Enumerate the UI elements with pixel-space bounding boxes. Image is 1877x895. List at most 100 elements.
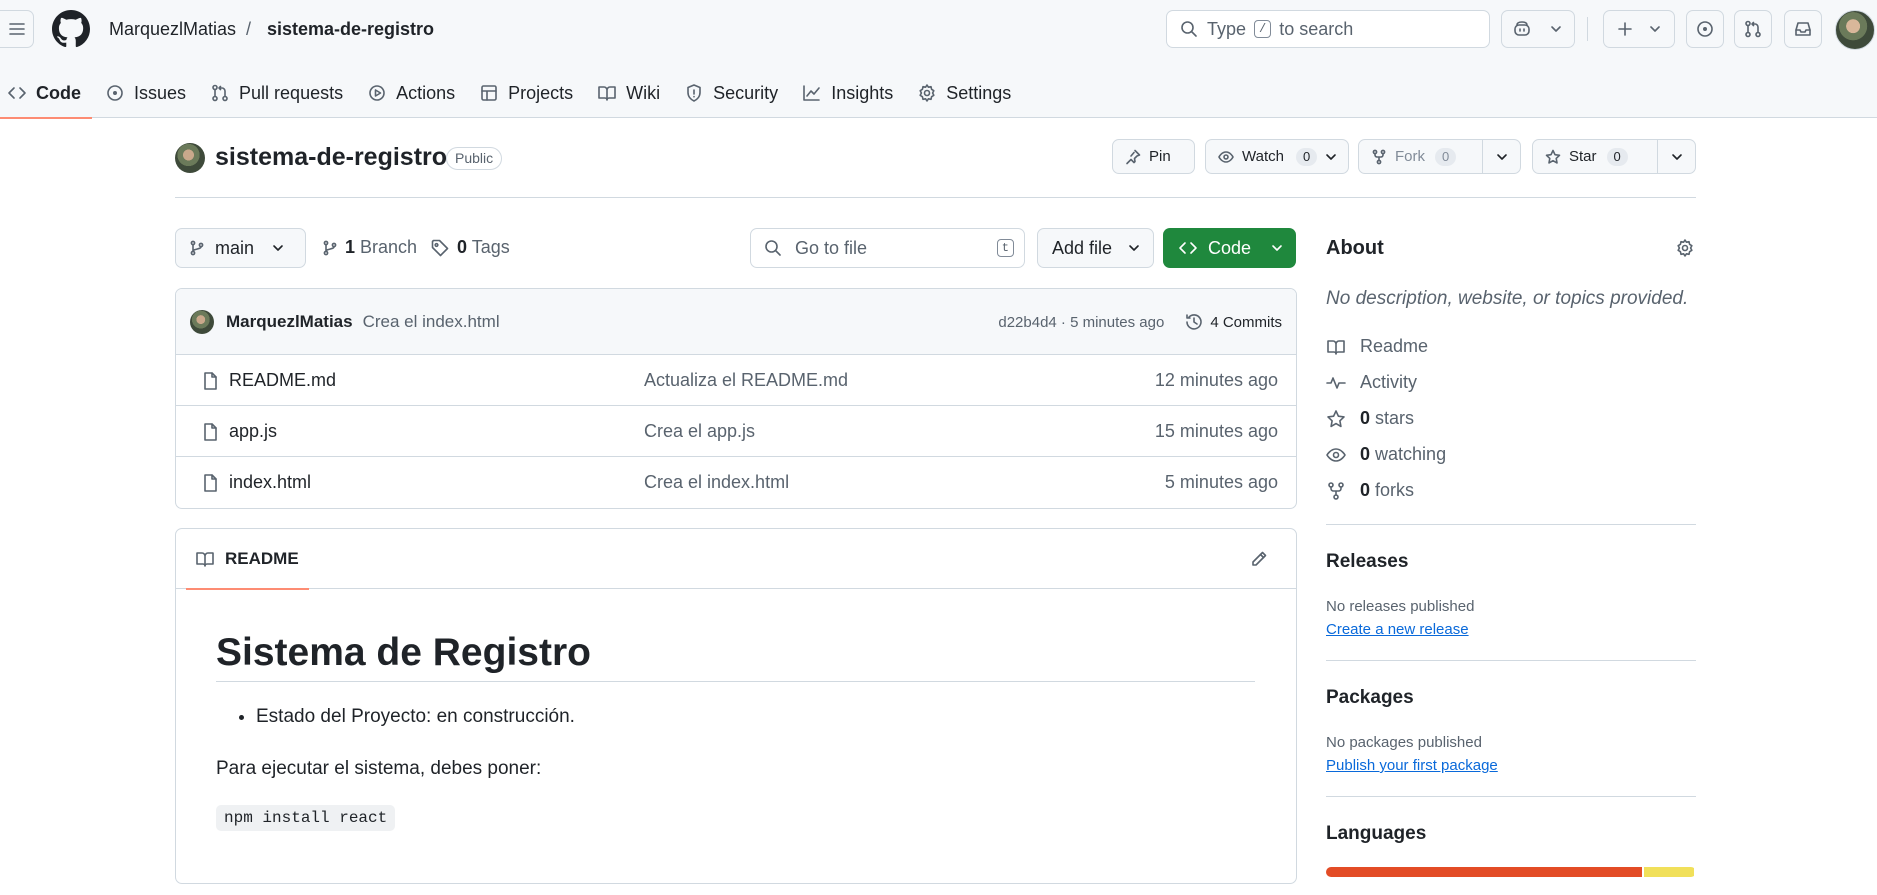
commit-author-avatar[interactable] xyxy=(190,309,214,334)
tab-insights[interactable]: Insights xyxy=(795,68,904,118)
branch-selector[interactable]: main xyxy=(175,228,306,268)
file-commit-message[interactable]: Crea el index.html xyxy=(644,472,789,493)
file-commit-message[interactable]: Actualiza el README.md xyxy=(644,370,848,391)
go-to-file-input[interactable]: Go to file t xyxy=(750,228,1025,268)
add-file-label: Add file xyxy=(1052,237,1113,258)
gear-icon[interactable] xyxy=(1675,238,1695,258)
fork-button[interactable]: Fork 0 xyxy=(1358,139,1521,174)
stars-count: 0 xyxy=(1360,408,1371,428)
file-name[interactable]: app.js xyxy=(229,421,277,442)
copilot-button[interactable] xyxy=(1501,10,1575,48)
tab-label: Issues xyxy=(134,82,187,103)
watching-link[interactable]: 0 watching xyxy=(1326,444,1446,465)
commit-author[interactable]: MarquezlMatias xyxy=(226,312,353,332)
code-icon xyxy=(1179,242,1197,254)
pin-button[interactable]: Pin xyxy=(1112,139,1195,174)
commit-meta[interactable]: d22b4d4 · 5 minutes ago xyxy=(998,314,1164,331)
tab-pull-requests[interactable]: Pull requests xyxy=(203,68,354,118)
chevron-down-icon xyxy=(1129,245,1139,251)
tab-label: Actions xyxy=(396,82,456,103)
releases-heading[interactable]: Releases xyxy=(1326,551,1408,573)
tags-link[interactable]: 0 Tags xyxy=(430,237,510,258)
inbox-button[interactable] xyxy=(1784,10,1822,48)
tab-security[interactable]: Security xyxy=(677,68,789,118)
tab-actions[interactable]: Actions xyxy=(360,68,466,118)
watch-label: Watch xyxy=(1242,148,1284,165)
forks-link[interactable]: 0 forks xyxy=(1326,480,1414,501)
readme-tab[interactable]: README xyxy=(186,529,309,590)
file-row[interactable]: app.js Crea el app.js 15 minutes ago xyxy=(176,406,1296,457)
file-commit-message[interactable]: Crea el app.js xyxy=(644,421,755,442)
readme-tab-label: README xyxy=(225,549,299,568)
tab-wiki[interactable]: Wiki xyxy=(590,68,671,118)
stars-link[interactable]: 0 stars xyxy=(1326,408,1414,429)
chevron-down-icon xyxy=(1671,153,1682,160)
repo-forked-icon xyxy=(1328,481,1344,500)
go-to-file-placeholder: Go to file xyxy=(795,237,868,258)
github-logo-icon[interactable] xyxy=(52,10,90,48)
branch-label: Branch xyxy=(360,237,418,257)
global-header: MarquezlMatias / sistema-de-registro Typ… xyxy=(0,0,1877,119)
create-new-button[interactable] xyxy=(1603,10,1675,48)
readme-content: Sistema de Registro Estado del Proyecto:… xyxy=(176,631,1296,831)
language-bar-segment xyxy=(1643,867,1694,877)
releases-note: No releases published xyxy=(1326,598,1475,615)
pencil-icon[interactable] xyxy=(1249,549,1269,569)
issues-button[interactable] xyxy=(1686,10,1724,48)
repo-owner-avatar[interactable] xyxy=(175,143,205,173)
eye-icon xyxy=(1326,447,1346,462)
chevron-down-icon xyxy=(1496,153,1507,160)
commit-message[interactable]: Crea el index.html xyxy=(363,312,500,332)
file-icon xyxy=(204,474,217,492)
file-row[interactable]: index.html Crea el index.html 5 minutes … xyxy=(176,457,1296,508)
issue-opened-icon xyxy=(1697,21,1713,37)
git-pull-request-icon xyxy=(212,84,228,102)
create-release-link[interactable]: Create a new release xyxy=(1326,621,1469,638)
language-bar-segment xyxy=(1326,867,1642,877)
tab-label: Code xyxy=(36,82,81,103)
star-dropdown[interactable] xyxy=(1657,140,1695,173)
fork-dropdown[interactable] xyxy=(1482,140,1520,173)
publish-package-link[interactable]: Publish your first package xyxy=(1326,757,1498,774)
sidebar-divider xyxy=(1326,660,1696,661)
sidebar-divider xyxy=(1326,796,1696,797)
pull-requests-button[interactable] xyxy=(1734,10,1772,48)
breadcrumb-separator: / xyxy=(246,19,252,39)
tab-settings[interactable]: Settings xyxy=(910,68,1022,118)
code-button[interactable]: Code xyxy=(1163,228,1296,268)
visibility-badge: Public xyxy=(446,147,503,170)
commits-link[interactable]: 4 Commits xyxy=(1184,312,1282,332)
packages-heading[interactable]: Packages xyxy=(1326,687,1414,709)
about-heading: About xyxy=(1326,237,1384,259)
activity-link[interactable]: Activity xyxy=(1326,372,1417,393)
file-name[interactable]: index.html xyxy=(229,472,311,493)
breadcrumb-repo[interactable]: sistema-de-registro xyxy=(267,19,434,40)
git-pull-request-icon xyxy=(1745,20,1761,38)
search-input[interactable]: Type / to search xyxy=(1166,10,1490,48)
languages-heading: Languages xyxy=(1326,823,1427,844)
chevron-down-icon xyxy=(1650,26,1660,32)
watch-button[interactable]: Watch 0 xyxy=(1205,139,1349,174)
tag-icon xyxy=(431,239,449,256)
readme-link[interactable]: Readme xyxy=(1326,336,1428,357)
tab-projects[interactable]: Projects xyxy=(472,68,584,118)
breadcrumb-owner[interactable]: MarquezlMatias xyxy=(109,19,236,40)
star-button[interactable]: Star 0 xyxy=(1532,139,1696,174)
user-avatar[interactable] xyxy=(1835,10,1875,50)
file-name[interactable]: README.md xyxy=(229,370,336,391)
search-icon xyxy=(1181,21,1197,37)
file-row[interactable]: README.md Actualiza el README.md 12 minu… xyxy=(176,355,1296,406)
menu-button[interactable] xyxy=(0,10,34,48)
repo-title[interactable]: sistema-de-registro xyxy=(215,143,447,172)
file-icon xyxy=(204,372,217,390)
tab-label: Wiki xyxy=(626,82,661,103)
branch-name: main xyxy=(215,237,255,258)
fork-count: 0 xyxy=(1435,147,1457,166)
branches-link[interactable]: 1 Branch xyxy=(322,237,417,258)
add-file-button[interactable]: Add file xyxy=(1037,228,1154,268)
tab-code[interactable]: Code xyxy=(0,68,92,119)
tab-label: Insights xyxy=(831,82,894,103)
readme-list-item: Estado del Proyecto: en construcción. xyxy=(256,706,1256,728)
tab-issues[interactable]: Issues xyxy=(98,68,197,118)
code-label: Code xyxy=(1208,237,1252,258)
